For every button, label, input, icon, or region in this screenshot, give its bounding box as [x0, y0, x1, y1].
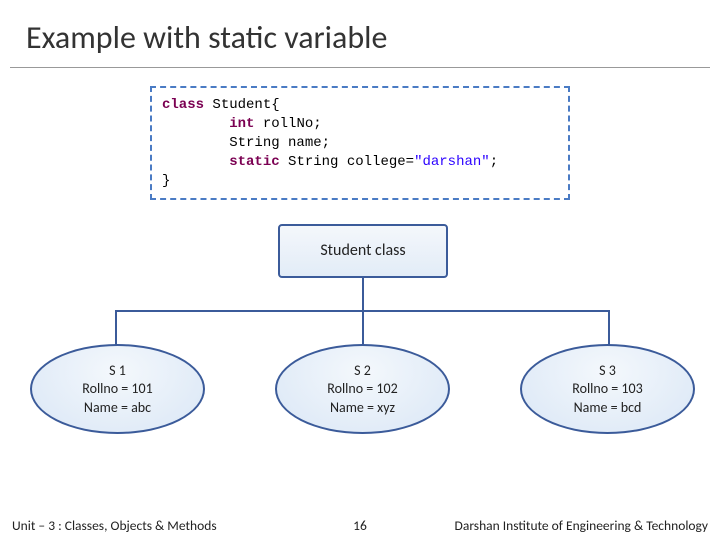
- connector-drop: [362, 310, 364, 348]
- footer-page-number: 16: [353, 517, 367, 534]
- code-text: Student{: [204, 97, 280, 113]
- code-text: ;: [490, 154, 498, 170]
- instance-roll: Rollno = 103: [522, 380, 693, 398]
- connector-drop: [608, 310, 610, 348]
- footer-unit: Unit – 3 : Classes, Objects & Methods: [12, 517, 217, 534]
- connector-drop: [115, 310, 117, 348]
- kw-static: static: [229, 154, 279, 170]
- diagram-container: Student class S 1 Rollno = 101 Name = ab…: [30, 224, 690, 459]
- footer-institute: Darshan Institute of Engineering & Techn…: [455, 517, 708, 534]
- instance-roll: Rollno = 101: [32, 380, 203, 398]
- instance-name: S 2: [277, 362, 448, 380]
- instance-node-s1: S 1 Rollno = 101 Name = abc: [30, 344, 205, 434]
- code-text: String college=: [280, 154, 414, 170]
- code-text: }: [162, 173, 170, 189]
- instance-node-s2: S 2 Rollno = 102 Name = xyz: [275, 344, 450, 434]
- instance-name: S 1: [32, 362, 203, 380]
- connector-stem: [362, 278, 364, 310]
- instance-nm: Name = bcd: [522, 399, 693, 417]
- instance-name: S 3: [522, 362, 693, 380]
- page-title: Example with static variable: [0, 0, 720, 67]
- string-literal: "darshan": [414, 154, 490, 170]
- code-text: rollNo;: [254, 116, 321, 132]
- footer: Unit – 3 : Classes, Objects & Methods 16…: [0, 510, 720, 540]
- title-divider: [10, 67, 710, 68]
- kw-class: class: [162, 97, 204, 113]
- instance-roll: Rollno = 102: [277, 380, 448, 398]
- instance-nm: Name = xyz: [277, 399, 448, 417]
- class-node: Student class: [278, 224, 448, 278]
- instance-nm: Name = abc: [32, 399, 203, 417]
- kw-int: int: [229, 116, 254, 132]
- instance-node-s3: S 3 Rollno = 103 Name = bcd: [520, 344, 695, 434]
- code-snippet: class Student{ int rollNo; String name; …: [150, 86, 570, 200]
- code-text: String name;: [162, 135, 330, 151]
